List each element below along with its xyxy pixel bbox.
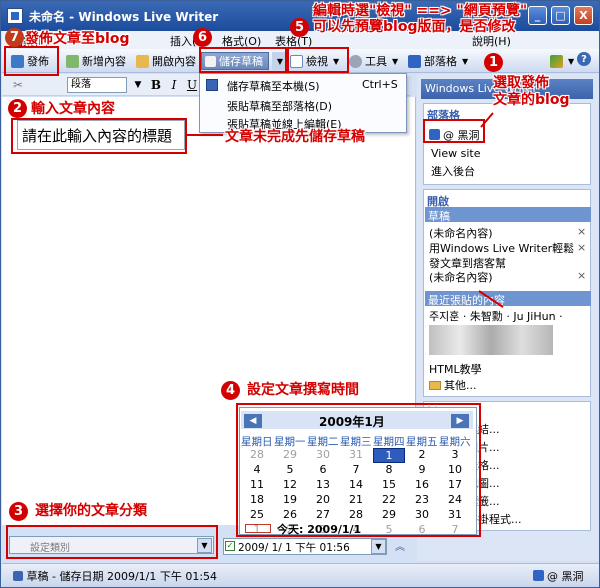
blurred-recent-items (429, 325, 553, 355)
folder-open-icon (136, 54, 149, 68)
chevron-down-icon: ▼ (568, 56, 575, 66)
chevron-down-icon: ▼ (392, 56, 399, 66)
annotation-3: 選擇你的文章分類 (35, 503, 147, 519)
post-draft-menu-item[interactable]: 張貼草稿至部落格(D) (200, 96, 406, 114)
annotation-1: 選取發佈 文章的blog (493, 75, 570, 108)
customize-button[interactable]: ▼ (550, 52, 574, 70)
annotation-4: 設定文章撰寫時間 (247, 382, 359, 398)
view-site-link[interactable]: View site (431, 147, 480, 160)
save-icon (206, 79, 218, 91)
italic-button[interactable]: I (166, 77, 182, 93)
save-draft-menu: 儲存草稿至本機(S) Ctrl+S 張貼草稿至部落格(D) 張貼草稿並線上編輯(… (199, 73, 407, 133)
annotation-box-view (287, 47, 349, 73)
blog-icon (533, 570, 544, 581)
maximize-button[interactable]: □ (551, 6, 570, 25)
weblogs-label: 部落格 (424, 55, 457, 68)
menu-help[interactable]: 說明(H) (472, 33, 511, 49)
chevron-down-icon: ▼ (462, 56, 469, 66)
gear-icon (349, 54, 362, 68)
blog-icon (408, 54, 421, 68)
cut-icon[interactable]: ✂ (10, 77, 26, 93)
window-title: 未命名 - Windows Live Writer (29, 10, 219, 24)
others-text: 其他... (444, 379, 477, 392)
status-blog-name: @ 黑洞 (547, 570, 584, 583)
new-post-label: 新增內容 (82, 55, 126, 68)
admin-link[interactable]: 進入後台 (431, 163, 475, 179)
save-local-shortcut: Ctrl+S (362, 78, 398, 91)
help-icon[interactable]: ? (577, 52, 591, 66)
new-post-icon (66, 54, 79, 68)
draft-item[interactable]: (未命名內容) (429, 269, 493, 285)
pencil-icon (550, 54, 563, 68)
minimize-button[interactable]: _ (528, 6, 547, 25)
calendar-dropdown-button[interactable]: ▼ (371, 539, 386, 554)
annotation-box-title (11, 118, 187, 154)
publish-date-checkbox[interactable]: ✓ (225, 541, 235, 551)
paragraph-select[interactable]: 段落 (67, 77, 127, 93)
annotation-box-save (199, 47, 287, 73)
annotation-number-6: 6 (193, 28, 212, 47)
close-icon[interactable]: × (577, 269, 586, 282)
status-text: 草稿 - 儲存日期 2009/1/1 下午 01:54 (13, 568, 217, 584)
others-link[interactable]: 其他... (429, 377, 477, 393)
annotation-box-blog (423, 119, 485, 143)
underline-button[interactable]: U (184, 77, 200, 93)
annotation-number-7: 7 (5, 28, 24, 47)
save-local-menu-item[interactable]: 儲存草稿至本機(S) Ctrl+S (200, 76, 406, 94)
recent-section-title: 最近張貼的內容 (428, 294, 505, 307)
open-post-button[interactable]: 開啟內容 (136, 52, 196, 70)
new-post-button[interactable]: 新增內容 (66, 52, 126, 70)
annotation-7: 發佈文章至blog (25, 31, 130, 47)
status-message: 草稿 - 儲存日期 2009/1/1 下午 01:54 (26, 570, 218, 583)
weblogs-button[interactable]: 部落格 ▼ (408, 52, 468, 70)
bold-button[interactable]: B (148, 77, 164, 93)
close-icon[interactable]: × (577, 225, 586, 238)
app-window: 未命名 - Windows Live Writer _ □ X 檔案(F) 插入… (0, 0, 600, 588)
tools-label: 工具 (365, 55, 387, 68)
draft-item[interactable]: 用Windows Live Writer輕鬆發文章到痞客幫 (429, 241, 575, 271)
annotation-box-category (6, 525, 218, 559)
annotation-number-2: 2 (8, 99, 27, 118)
publish-datetime-field[interactable]: 2009/ 1/ 1 下午 01:56 (223, 538, 387, 555)
annotation-box-calendar (236, 403, 481, 537)
close-button[interactable]: X (574, 6, 593, 25)
annotation-5: 編輯時選"檢視" ==> "網頁預覽" 可以先預覽blog版面，是否修改 (313, 3, 528, 35)
annotation-number-3: 3 (9, 502, 28, 521)
collapse-icon[interactable]: ︽ (393, 538, 407, 553)
close-icon[interactable]: × (577, 241, 586, 254)
drafts-section-title: 草稿 (428, 210, 450, 223)
app-icon (7, 8, 23, 24)
tools-button[interactable]: 工具 ▼ (349, 52, 398, 70)
draft-item[interactable]: (未命名內容) (429, 225, 493, 241)
recent-item[interactable]: HTML教學 (429, 361, 482, 377)
annotation-number-4: 4 (221, 381, 240, 400)
folder-icon (429, 381, 441, 390)
annotation-number-5: 5 (290, 18, 309, 37)
annotation-2: 輸入文章內容 (31, 101, 115, 117)
annotation-number-1: 1 (484, 53, 503, 72)
recent-item[interactable]: 주지훈 · 朱智勳 · Ju JiHun · (429, 308, 563, 324)
post-draft-label: 張貼草稿至部落格(D) (227, 100, 333, 113)
save-local-label: 儲存草稿至本機(S) (227, 80, 320, 93)
paragraph-dropdown-icon[interactable]: ▼ (130, 77, 146, 93)
annotation-6: 文章未完成先儲存草稿 (225, 129, 365, 145)
annotation-box-publish (4, 46, 59, 76)
open-post-label: 開啟內容 (152, 55, 196, 68)
draft-status-icon (13, 571, 23, 581)
status-blog: @ 黑洞 (533, 568, 584, 584)
